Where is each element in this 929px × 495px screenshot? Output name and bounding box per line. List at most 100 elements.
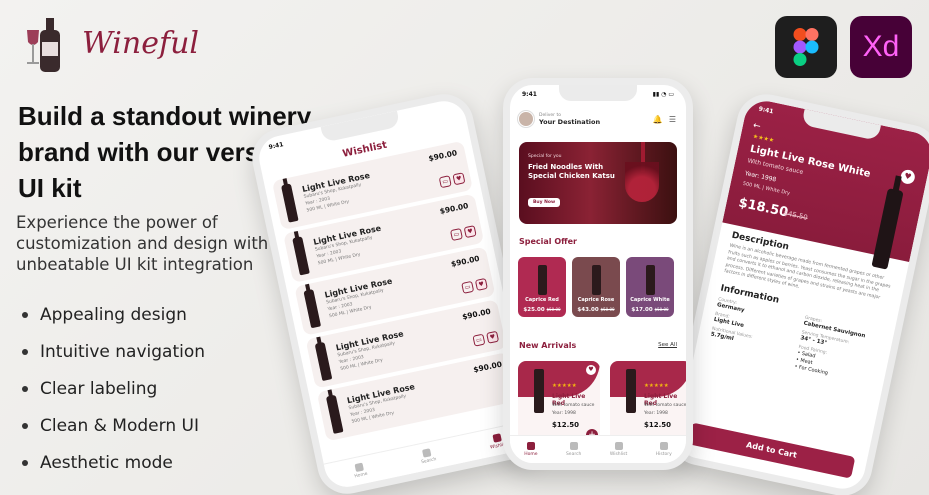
brand-logo: Wineful [24,12,199,74]
tab-label: Home [354,471,369,480]
tab-label: Wishlist [609,452,628,457]
tab-wishlist[interactable]: Wishlist [610,442,627,457]
new-arrivals-title: New Arrivals [519,341,577,350]
product-body: Description Wine is an alcoholic beverag… [707,231,896,387]
wine-bottle-icon [314,341,333,382]
wine-bottle-icon [303,289,322,329]
xd-label: Xd [862,30,900,63]
offer-list: Caprice Red $25.00 $50.00 Caprice Rose $… [518,257,674,317]
heart-icon[interactable]: ♥ [486,330,500,344]
offer-card[interactable]: Caprice Red $25.00 $50.00 [518,257,566,317]
feature-item: Clean & Modern UI [22,407,205,444]
adobe-xd-icon: Xd [850,16,912,78]
offer-name: Caprice White [630,297,670,303]
tab-home[interactable]: Home [524,442,538,457]
search-icon [422,448,432,458]
figma-icon [775,16,837,78]
tab-bar: Home Search Wishlist History [510,435,686,463]
cart-icon[interactable]: ▭ [461,280,475,294]
bullet-icon [22,385,28,392]
cart-icon[interactable]: ▭ [472,333,486,347]
wine-bottle-icon [626,369,636,413]
arrival-price: $12.50 [644,421,672,429]
wine-bottle-logo-icon [24,12,76,74]
phone-product-detail: ← ★★★★ Light Live Rose White With tomato… [664,88,929,495]
phone-home: 9:41 ▮▮ ◔ ▭ Deliver to Your Destination … [503,78,693,470]
tab-search[interactable]: Search [419,447,437,465]
wine-bottle-icon [538,265,547,295]
tab-label: Home [524,452,538,457]
tab-home[interactable]: Home [352,462,368,479]
wine-bottle-icon [280,183,299,223]
tab-history[interactable]: History [656,442,672,457]
delivery-destination[interactable]: Deliver to Your Destination [518,111,600,127]
bullet-icon [22,311,28,318]
bullet-icon [22,459,28,466]
menu-icon[interactable]: ☰ [669,115,676,124]
avatar[interactable] [518,111,534,127]
banner-text: Fried Noodles With Special Chicken Katsu [528,163,615,180]
arrival-sub: With tomato sauce [552,403,595,408]
tab-search[interactable]: Search [566,442,581,457]
heart-icon[interactable]: ♥ [463,225,477,239]
offer-price: $43.00 $50.00 [577,307,615,313]
feature-item: Clear labeling [22,370,205,407]
cart-icon[interactable]: ▭ [449,228,463,242]
feature-label: Intuitive navigation [40,341,206,362]
feature-label: Clean & Modern UI [40,415,199,436]
bullet-icon [22,422,28,429]
offer-card[interactable]: Caprice Rose $43.00 $50.00 [572,257,620,317]
wine-bottle-icon [646,265,655,295]
heart-icon [492,433,502,443]
add-to-cart-button[interactable]: Add to Cart [687,422,856,479]
arrival-card[interactable]: ★★★★★ Light Live Red With tomato sauce Y… [610,361,686,443]
back-arrow-icon[interactable]: ← [752,121,761,132]
offer-name: Caprice Rose [577,297,615,303]
feature-label: Aesthetic mode [40,452,173,473]
arrival-card[interactable]: ♥ ★★★★★ Light Live Red With tomato sauce… [518,361,600,443]
tab-label: History [655,452,672,457]
heart-icon[interactable]: ♥ [899,168,917,186]
card-accent [610,361,686,397]
search-icon [569,442,578,450]
feature-item: Appealing design [22,296,205,333]
product-size: 500 ML | White Dry [742,180,791,197]
status-time: 9:41 [522,91,537,98]
banner-tag: Special for you [528,154,562,159]
phone-notch [559,85,637,101]
cart-icon[interactable]: ▭ [438,175,452,189]
heart-icon[interactable]: ♥ [474,277,488,291]
rating-stars: ★★★★★ [644,383,669,389]
heart-icon[interactable]: ♥ [452,172,466,186]
see-all-link[interactable]: See All [658,342,677,348]
feature-list: Appealing design Intuitive navigation Cl… [22,296,205,481]
product-price: $18.50 [737,195,790,221]
phone-wishlist: 9:41 Wishlist Light Live Rose Subaru's S… [246,88,545,495]
rating-stars: ★★★★ [752,132,775,145]
offer-name: Caprice Red [525,297,559,303]
home-icon [526,442,535,450]
arrival-year: Year: 1998 [552,411,576,416]
wine-bottle-icon [534,369,544,413]
feature-label: Appealing design [40,304,187,325]
heart-icon[interactable]: ♥ [586,365,596,375]
signal-battery-icon: ▮▮ ◔ ▭ [652,91,674,98]
wine-glass-graphic [625,162,659,202]
tab-label: Search [420,457,438,466]
buy-now-button[interactable]: Buy Now [528,198,561,207]
offer-card[interactable]: Caprice White $17.00 $50.00 [626,257,674,317]
arrival-price: $12.50 [552,421,580,429]
feature-item: Aesthetic mode [22,444,205,481]
subheadline: Experience the power of customization an… [16,213,301,274]
arrival-list: ♥ ★★★★★ Light Live Red With tomato sauce… [518,361,686,443]
destination-label: Your Destination [539,117,601,126]
promo-banner[interactable]: Special for you Fried Noodles With Speci… [519,142,677,224]
bell-icon[interactable]: 🔔 [653,115,663,124]
brand-name: Wineful [82,25,199,61]
info-grid: Country: Germany Grapes: Cabernet Sauvigno… [707,297,882,386]
history-icon [659,442,668,450]
product-old-price: $45.50 [782,208,809,222]
special-offer-title: Special Offer [519,237,577,246]
home-icon [354,462,365,473]
wine-bottle-icon [325,394,344,434]
